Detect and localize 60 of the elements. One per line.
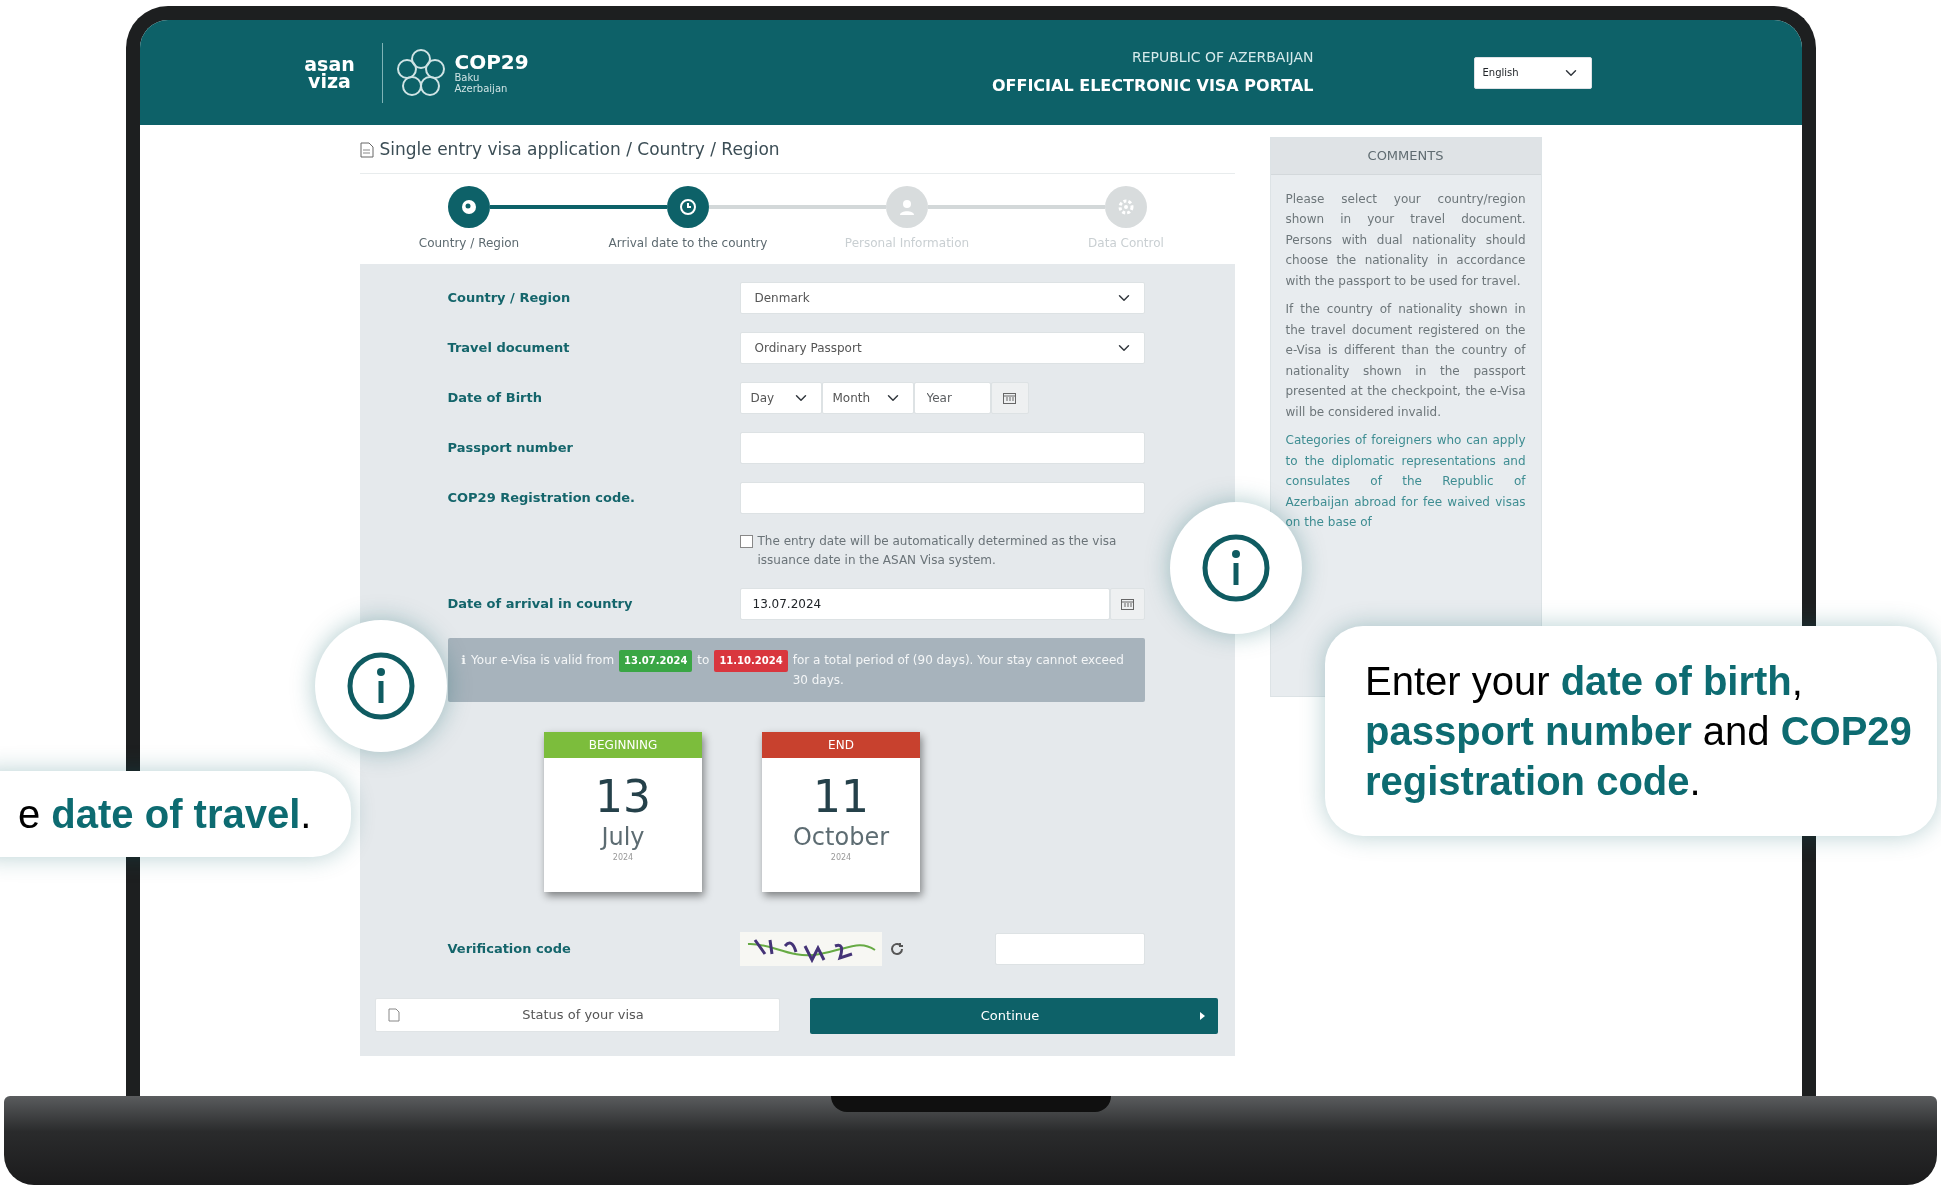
document-icon xyxy=(359,141,374,158)
country-select[interactable]: Denmark xyxy=(739,281,1145,314)
asan-viza-logo: asan viza xyxy=(303,55,356,90)
field-label: Date of Birth xyxy=(446,388,543,407)
clock-icon xyxy=(678,196,698,217)
refresh-icon[interactable] xyxy=(889,941,904,956)
country-name: REPUBLIC OF AZERBAIJAN xyxy=(1130,48,1314,67)
registration-code-input[interactable] xyxy=(739,481,1145,514)
field-label: Passport number xyxy=(446,438,574,457)
checkbox-label: The entry date will be automatically determined as the visa issuance date in the ASAN Visa system. xyxy=(757,532,1118,569)
travel-date-callout: e date of travel. xyxy=(0,771,352,857)
auto-date-checkbox[interactable] xyxy=(739,534,753,548)
document-icon xyxy=(387,1007,400,1022)
date-month: July xyxy=(599,821,646,852)
day-select[interactable]: Day xyxy=(739,381,822,414)
arrival-date-input[interactable]: 13.07.2024 xyxy=(739,587,1110,620)
comments-title: COMMENTS xyxy=(1270,138,1541,175)
visa-status-button[interactable]: Status of your visa xyxy=(374,997,780,1032)
validity-text: Your e-Visa is valid from xyxy=(471,651,615,669)
page-breadcrumb: Single entry visa application / Country / Region xyxy=(379,138,780,161)
personal-data-callout: Enter your date of birth, passport number and COP29 registration code. xyxy=(1325,626,1937,836)
calendar-icon xyxy=(1120,597,1134,610)
step-label: Country / Region xyxy=(418,234,520,252)
continue-button[interactable]: Continue xyxy=(809,997,1218,1034)
date-badge: 13.07.2024 xyxy=(619,649,693,672)
cop-emblem-icon xyxy=(394,46,447,99)
calendar-icon xyxy=(1003,391,1016,404)
date-day: 11 xyxy=(762,771,920,822)
comment-paragraph: Please select your country/region shown in your travel document. Persons with dual nationality should choose the nationality in accordance with the passport to be used for travel. xyxy=(1285,190,1526,290)
date-year: 2024 xyxy=(611,851,635,864)
field-label: Travel document xyxy=(446,338,571,357)
validity-text: for a total period of (90 days). Your stay cannot exceed 30 days. xyxy=(792,651,1125,689)
date-month: October xyxy=(791,821,890,852)
comment-paragraph: If the country of nationality shown in the travel document registered on the e-Visa is different than the country of nationality shown in the passport presented at the checkpoint, the e-Visa will be considered invalid. xyxy=(1285,301,1526,421)
language-select[interactable]: English xyxy=(1473,56,1592,89)
date-year: 2024 xyxy=(829,851,853,864)
passport-input[interactable] xyxy=(739,431,1145,464)
field-label: COP29 Registration code. xyxy=(446,488,637,507)
document-select[interactable]: Ordinary Passport xyxy=(739,331,1145,364)
portal-title: OFFICIAL ELECTRONIC VISA PORTAL xyxy=(990,75,1314,97)
field-label: Verification code xyxy=(446,939,572,958)
info-icon xyxy=(1201,533,1271,603)
step-label: Arrival date to the country xyxy=(608,234,768,252)
logo-subtitle: Baku Azerbaijan xyxy=(454,71,509,94)
caret-icon xyxy=(1198,1010,1206,1021)
info-glyph-icon: ℹ xyxy=(461,649,467,670)
field-label: Country / Region xyxy=(446,288,572,307)
date-card-header: END xyxy=(762,731,920,758)
cop29-logo-text: COP29 xyxy=(454,51,529,72)
month-select[interactable]: Month xyxy=(821,381,914,414)
field-label: Date of arrival in country xyxy=(446,594,634,613)
verification-input[interactable] xyxy=(994,932,1145,965)
date-badge: 11.10.2024 xyxy=(714,649,788,672)
date-day: 13 xyxy=(544,771,702,822)
year-input[interactable]: Year xyxy=(913,381,991,414)
info-icon xyxy=(346,651,416,721)
calendar-button[interactable] xyxy=(1109,587,1145,620)
calendar-button[interactable] xyxy=(990,381,1029,414)
validity-text: to xyxy=(697,651,710,669)
date-card-header: BEGINNING xyxy=(544,731,702,758)
